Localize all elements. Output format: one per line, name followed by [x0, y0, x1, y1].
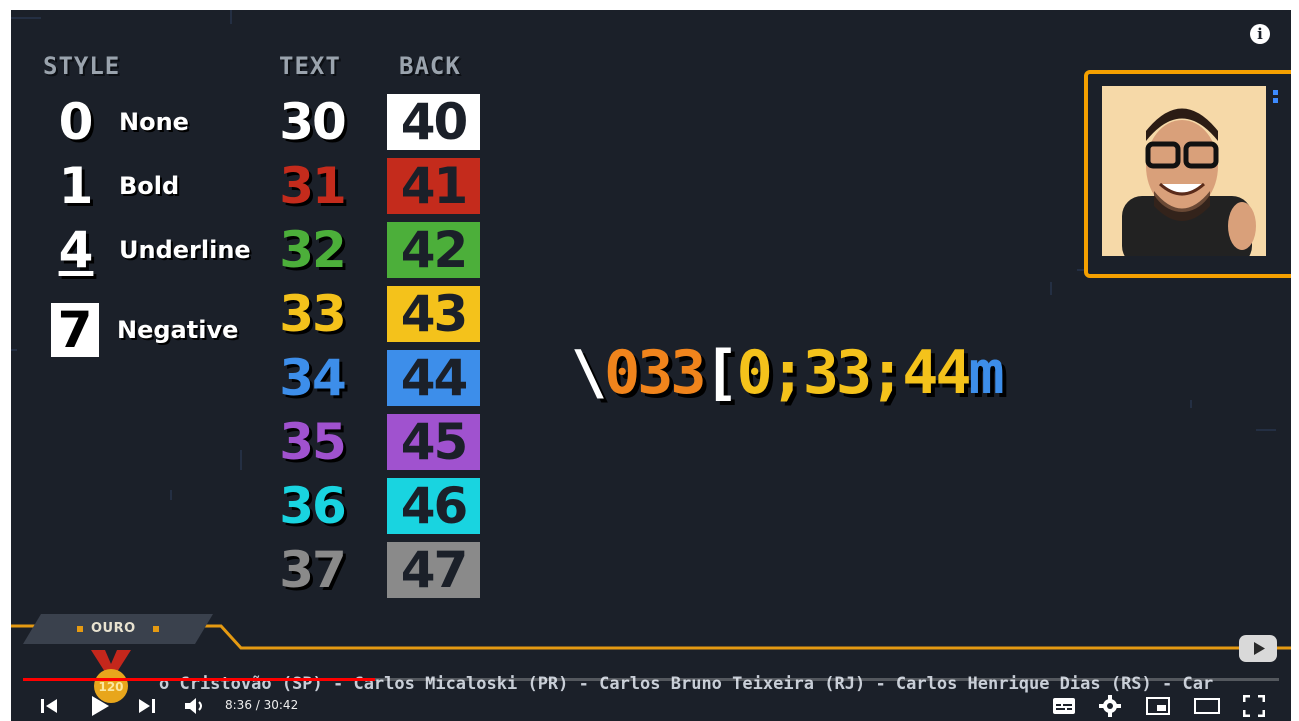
style-code: 7	[51, 303, 99, 357]
back-color-code: 46	[387, 478, 480, 534]
back-color-code: 44	[387, 350, 480, 406]
progress-played[interactable]	[23, 678, 375, 681]
ansi-terminator: m	[968, 338, 1005, 408]
style-row-bold: 1 Bold	[51, 157, 180, 215]
supporters-ticker: o Cristovão (SP) - Carlos Micaloski (PR)…	[159, 674, 1214, 694]
style-header: STYLE	[43, 52, 121, 80]
text-color-code: 35	[279, 413, 347, 471]
settings-icon[interactable]	[1099, 695, 1121, 717]
theater-icon[interactable]	[1194, 697, 1220, 715]
text-color-code: 37	[279, 541, 347, 599]
ansi-escape-sequence: \033[0;33;44m	[571, 338, 1005, 408]
presenter-webcam	[1084, 70, 1291, 278]
text-color-code: 36	[279, 477, 347, 535]
back-color-code: 43	[387, 286, 480, 342]
style-code: 4	[58, 221, 94, 279]
fullscreen-icon[interactable]	[1243, 695, 1265, 717]
back-color-code: 42	[387, 222, 480, 278]
style-label: Bold	[119, 172, 180, 200]
time-display: 8:36 / 30:42	[225, 698, 299, 712]
back-color-code: 41	[387, 158, 480, 214]
ansi-prefix: 033	[604, 338, 706, 408]
back-color-code: 47	[387, 542, 480, 598]
style-label: Negative	[117, 316, 239, 344]
style-label: None	[119, 108, 189, 136]
text-color-code: 34	[279, 349, 347, 407]
play-icon[interactable]	[89, 694, 111, 718]
medal-number: 120	[98, 680, 123, 694]
ansi-backslash: \	[571, 338, 607, 408]
text-color-code: 32	[279, 221, 347, 279]
back-header: BACK	[399, 52, 461, 80]
prev-icon[interactable]	[39, 697, 59, 715]
volume-icon[interactable]	[183, 696, 207, 716]
ouro-label: OURO	[91, 621, 136, 636]
back-color-code: 40	[387, 94, 480, 150]
text-header: TEXT	[279, 52, 341, 80]
presenter-video	[1102, 86, 1266, 256]
style-code: 0	[58, 93, 94, 151]
ansi-bracket: [	[703, 338, 740, 408]
info-icon[interactable]: i	[1250, 24, 1270, 44]
indicator-dots	[1273, 90, 1278, 106]
youtube-icon[interactable]	[1239, 635, 1277, 662]
video-player[interactable]: STYLE TEXT BACK 0 None 1 Bold 4 Underlin…	[11, 10, 1291, 721]
miniplayer-icon[interactable]	[1146, 697, 1170, 715]
style-label: Underline	[119, 236, 251, 264]
style-code: 1	[58, 157, 94, 215]
text-color-code: 33	[279, 285, 347, 343]
style-row-underline: 4 Underline	[51, 222, 251, 278]
ansi-codes: 0;33;44	[736, 338, 972, 408]
subtitles-icon[interactable]	[1052, 697, 1076, 715]
presenter-illustration	[1102, 86, 1266, 256]
style-row-none: 0 None	[51, 94, 189, 150]
back-color-code: 45	[387, 414, 480, 470]
next-icon[interactable]	[137, 697, 157, 715]
text-color-code: 31	[279, 157, 347, 215]
text-color-code: 30	[279, 93, 347, 151]
style-row-negative: 7 Negative	[51, 302, 238, 358]
